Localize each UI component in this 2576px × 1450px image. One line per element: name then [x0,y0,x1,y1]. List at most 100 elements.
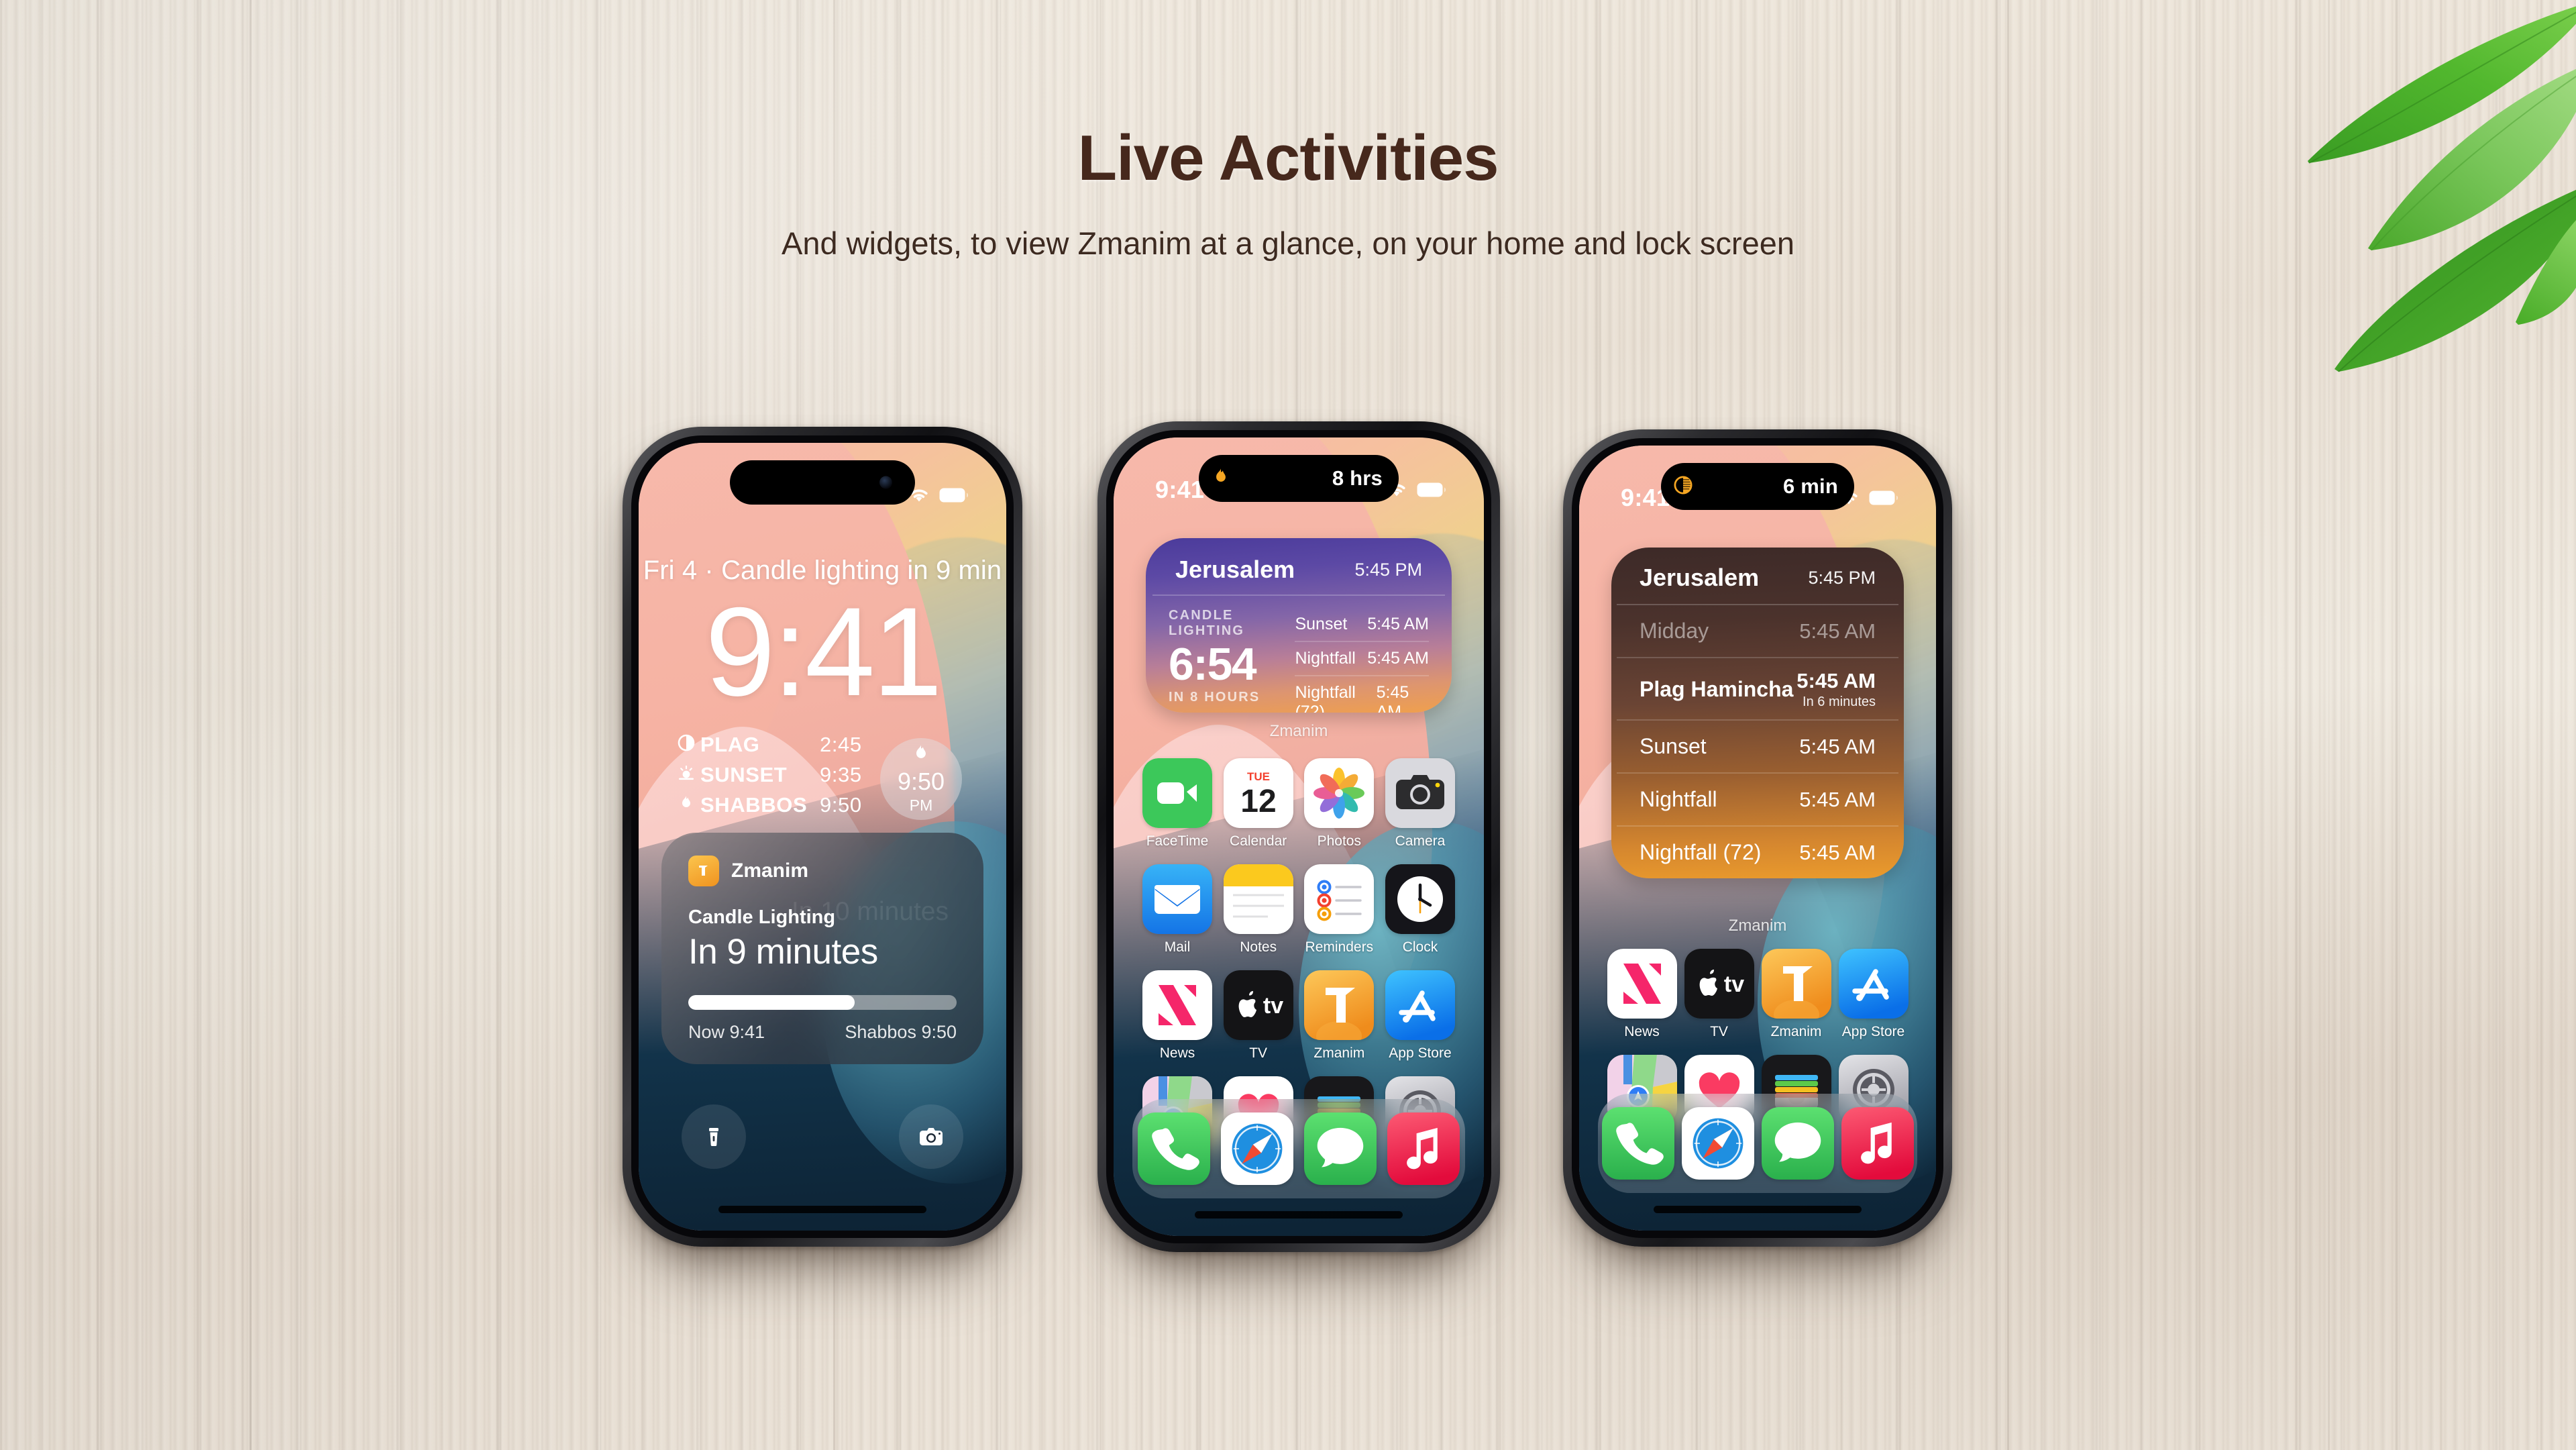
app-label: Zmanim [1770,1024,1822,1039]
status-bar-time: 9:41 [1155,476,1205,503]
dock-music-icon[interactable] [1841,1107,1914,1180]
widget-row: Midday 5:45 AM [1617,605,1898,658]
app-zmanim[interactable]: Zmanim [1299,970,1379,1061]
app-tv[interactable]: tv TV [1219,970,1298,1061]
app-reminders[interactable]: Reminders [1299,864,1379,955]
front-camera-icon [879,476,892,489]
app-row: News tv TV Zmanim App Store [1138,970,1460,1061]
app-tv[interactable]: tv TV [1680,949,1758,1040]
app-photos[interactable]: Photos [1299,758,1379,849]
app-row: FaceTime TUE 12 Calendar Photos Camera [1138,758,1460,849]
sunset-icon [678,763,699,787]
app-notes[interactable]: Notes [1219,864,1298,955]
app-camera[interactable]: Camera [1381,758,1460,849]
lock-screen-actions [682,1104,963,1169]
flame-icon [911,743,931,767]
app-mail[interactable]: Mail [1138,864,1217,955]
dock-messages-icon[interactable] [1761,1107,1834,1180]
notes-icon [1223,864,1293,934]
widget-caption: Zmanim [1269,722,1328,740]
phone1-screen: Fri 4 · Candle lighting in 9 min 9:41 PL… [639,443,1006,1231]
app-label: Photos [1317,833,1361,849]
live-activity-card[interactable]: In 10 minutes Zmanim Candle Lighting In … [661,833,983,1064]
zmanim-row-time: 2:45 [820,733,862,756]
dynamic-island-live-activity[interactable]: 6 min [1661,463,1854,510]
dynamic-island-live-activity[interactable]: 8 hrs [1199,455,1399,502]
home-indicator[interactable] [718,1206,926,1213]
app-row: News tv TV Zmanim App Store [1603,949,1912,1040]
phone-lock-screen: Fri 4 · Candle lighting in 9 min 9:41 PL… [623,427,1022,1247]
widget-row-time: 5:45 AM [1799,840,1876,864]
zmanim-row-time: 9:50 [820,793,862,817]
widget-row-name: Plag Hamincha [1640,677,1794,701]
phone2-screen: 9:41 8 hrs Jerusalem 5:45 PM CANDLE LIGH… [1114,437,1484,1236]
app-label: Reminders [1305,939,1374,955]
widget-row-name: Nightfall (72) [1295,683,1356,713]
zmanim-medium-widget[interactable]: Jerusalem 5:45 PM CANDLE LIGHTING 6:54 I… [1146,538,1452,713]
widget-row-highlighted: Plag Hamincha 5:45 AM In 6 minutes [1617,658,1898,721]
widget-row-name: Midday [1640,619,1709,643]
zmanim-row: SUNSET 9:35 [678,763,862,787]
widget-row-time: 5:45 AM [1799,734,1876,758]
live-activity-headline: In 9 minutes [688,932,878,972]
zmanim-icon [1761,949,1831,1019]
dock-phone-icon[interactable] [1601,1107,1674,1180]
svg-text:tv: tv [1263,993,1283,1019]
widget-city: Jerusalem [1175,556,1295,583]
phone-home-screen-large-widget: 9:41 6 min Jerusalem 5:45 PM Midday 5:45… [1563,429,1952,1247]
app-calendar[interactable]: TUE 12 Calendar [1219,758,1298,849]
widget-current-time: 5:45 PM [1354,559,1422,580]
widget-row-time: 5:45 AM [1799,619,1876,643]
widget-primary-sub: IN 8 HOURS [1169,690,1260,705]
dock-messages-icon[interactable] [1304,1112,1377,1185]
circular-shabbos-widget[interactable]: 9:50 PM [880,738,962,820]
svg-text:TUE: TUE [1247,770,1270,783]
app-clock[interactable]: Clock [1381,864,1460,955]
widget-row-name: Nightfall [1640,787,1717,811]
zmanim-large-widget[interactable]: Jerusalem 5:45 PM Midday 5:45 AM Plag Ha… [1611,548,1904,878]
widget-row-time: 5:45 AM [1799,787,1876,811]
circular-widget-time: 9:50 [897,768,945,795]
page-title: Live Activities [1077,122,1499,194]
live-activity-header: Zmanim [688,856,957,886]
app-label: News [1624,1024,1660,1039]
app-zmanim[interactable]: Zmanim [1758,949,1835,1040]
live-activity-right-label: Shabbos 9:50 [845,1022,957,1042]
live-activity-app-name: Zmanim [731,860,809,882]
dynamic-island-label: 8 hrs [1332,466,1383,490]
dynamic-island-label: 6 min [1783,474,1838,498]
camera-icon [1385,758,1455,828]
widget-row: Nightfall 5:45 AM [1617,774,1898,827]
flame-icon [678,793,699,817]
app-facetime[interactable]: FaceTime [1138,758,1217,849]
widget-row: Sunset 5:45 AM [1617,721,1898,774]
flashlight-button[interactable] [682,1104,746,1169]
app-label: Mail [1164,939,1191,955]
dock-phone-icon[interactable] [1138,1112,1210,1185]
zmanim-list-widget[interactable]: PLAG 2:45 SUNSET 9:35 SHABBOS 9:50 [678,733,862,823]
page-subtitle: And widgets, to view Zmanim at a glance,… [782,225,1794,261]
app-label: TV [1249,1045,1268,1061]
widget-row-time: 5:45 AM [1367,615,1429,633]
news-icon [1607,949,1677,1019]
flashlight-icon [709,1128,718,1146]
app-news[interactable]: News [1138,970,1217,1061]
dock-music-icon[interactable] [1387,1112,1460,1185]
widget-row-time: 5:45 AM [1376,683,1409,713]
app-app-store[interactable]: App Store [1835,949,1912,1040]
app-app-store[interactable]: App Store [1381,970,1460,1061]
dock-safari-icon[interactable] [1221,1112,1293,1185]
widget-row-name: Sunset [1640,734,1707,758]
calendar-icon: TUE 12 [1223,758,1293,828]
home-indicator[interactable] [1654,1206,1862,1213]
live-activity-left-label: Now 9:41 [688,1022,765,1042]
home-indicator[interactable] [1195,1211,1403,1219]
app-news[interactable]: News [1603,949,1680,1040]
dock-safari-icon[interactable] [1681,1107,1754,1180]
widget-primary-label: CANDLE LIGHTING [1169,608,1245,638]
widget-row-time: 5:45 AM [1796,669,1876,692]
svg-text:12: 12 [1240,784,1276,819]
svg-text:tv: tv [1723,972,1743,997]
zmanim-row: PLAG 2:45 [678,733,862,757]
camera-button[interactable] [899,1104,963,1169]
